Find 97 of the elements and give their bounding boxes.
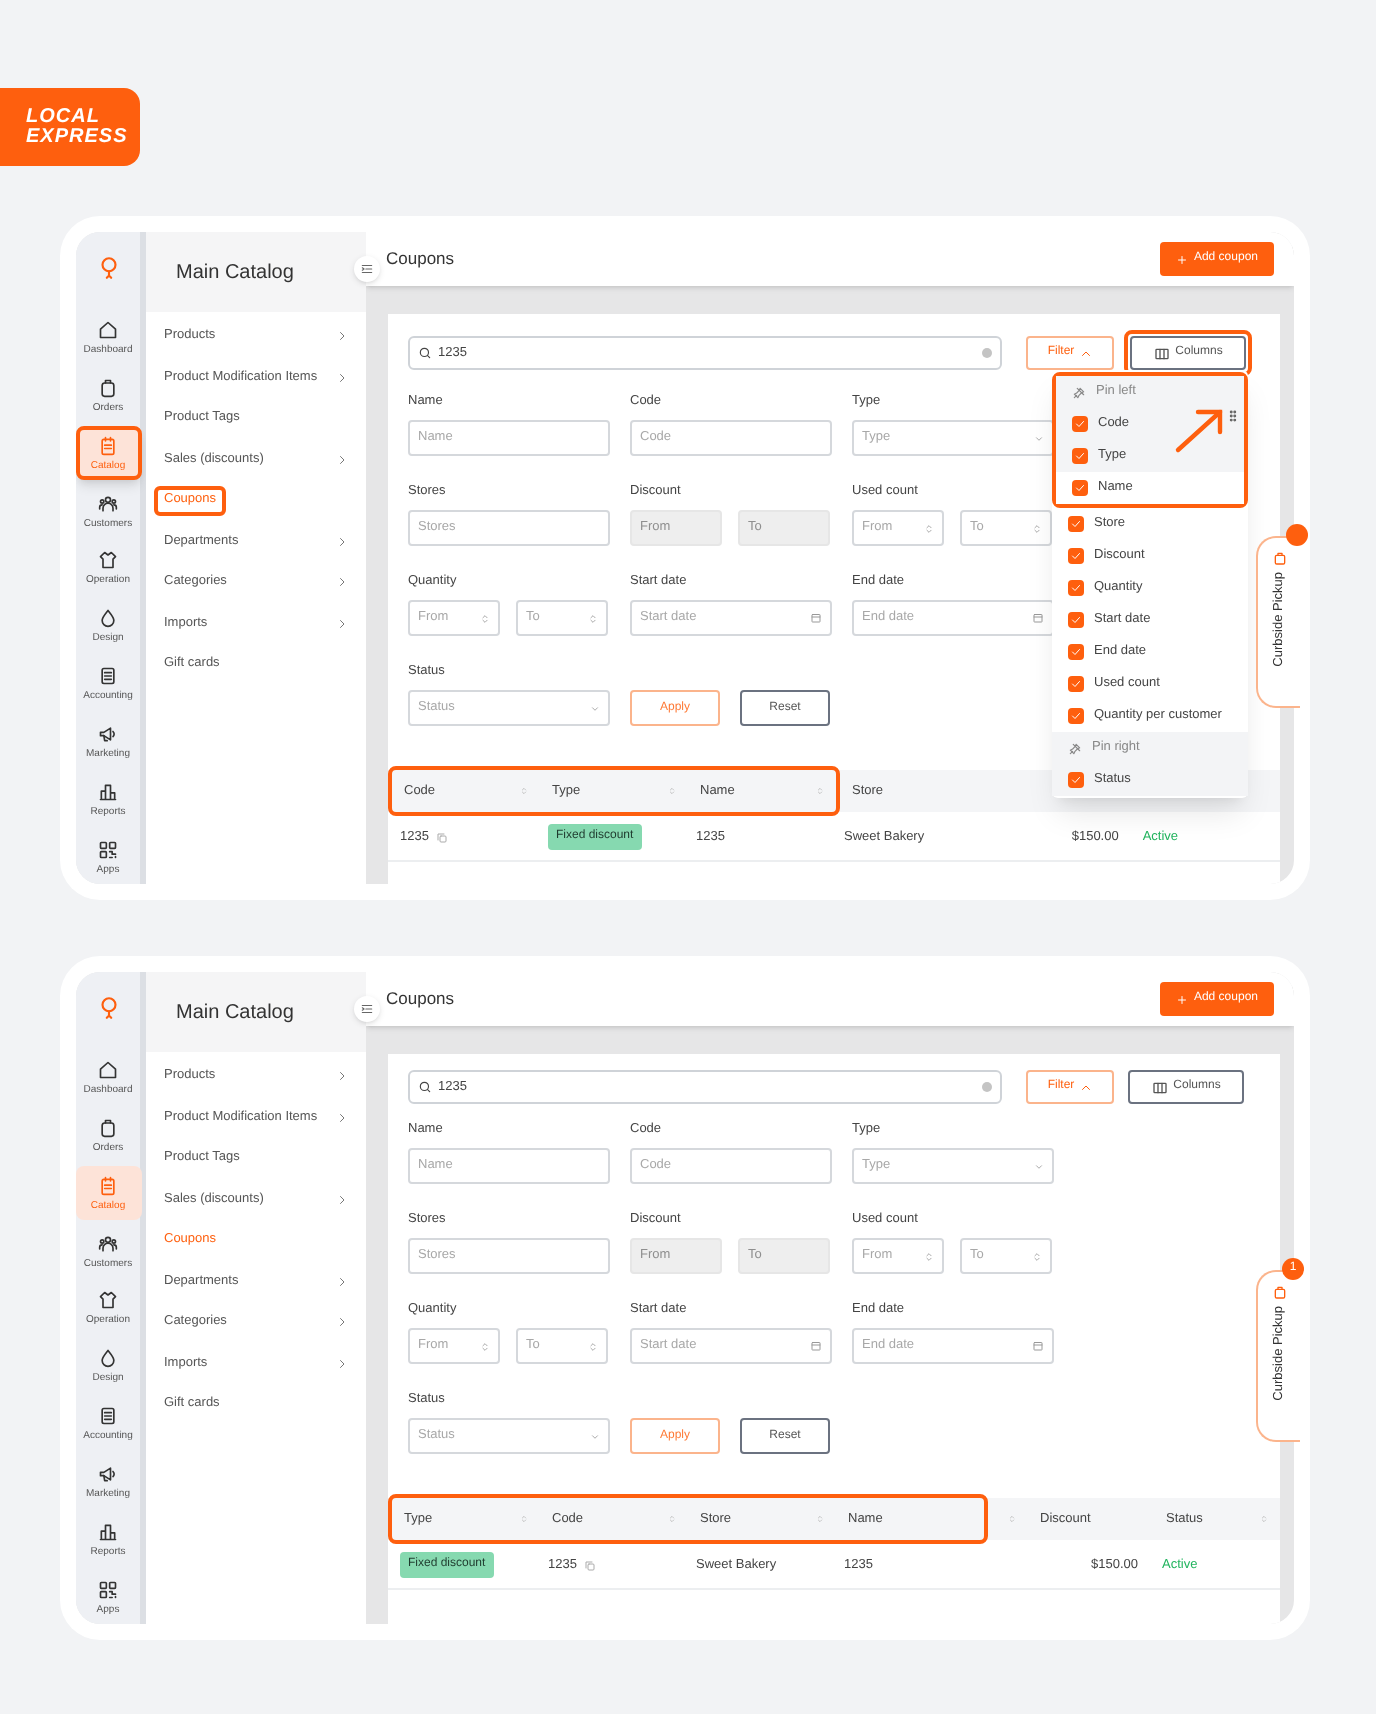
chevron-down-icon (1034, 433, 1044, 443)
chevron-up-icon (1080, 1081, 1093, 1093)
checkbox[interactable] (1068, 772, 1084, 788)
chevron-right-icon (336, 1070, 348, 1083)
search-icon (418, 1080, 432, 1094)
page-title: Coupons (386, 986, 455, 1012)
stepper-icon (480, 1337, 490, 1355)
columns-icon (1151, 1079, 1168, 1095)
checkbox[interactable] (1068, 548, 1084, 564)
logo-text: EXPRESS (26, 127, 130, 147)
columns-icon (1153, 345, 1170, 361)
bag-icon (98, 378, 118, 399)
pin-icon (1068, 741, 1082, 755)
page-title: Coupons (386, 246, 455, 272)
stepper-icon (1032, 1247, 1042, 1265)
checkbox[interactable] (1068, 516, 1084, 532)
search-icon (418, 346, 432, 360)
people-icon (98, 493, 118, 514)
bag-icon (1271, 1284, 1287, 1300)
checkbox[interactable] (1072, 416, 1088, 432)
copy-icon (584, 1559, 597, 1571)
stepper-icon (924, 1247, 934, 1265)
chevron-right-icon (336, 576, 348, 589)
logo-pin-icon (95, 992, 121, 1024)
drop-icon (98, 1348, 118, 1369)
calendar-icon (1032, 1340, 1044, 1352)
shirt-icon (98, 550, 118, 571)
checkbox[interactable] (1072, 448, 1088, 464)
chevron-right-icon (336, 1275, 348, 1288)
bar-chart-icon (98, 781, 118, 802)
chevron-right-icon (336, 1111, 348, 1124)
drop-icon (98, 608, 118, 629)
clear-icon (982, 348, 992, 358)
clear-icon (982, 1082, 992, 1092)
plus-icon (1175, 993, 1188, 1005)
check-icon (1070, 774, 1082, 786)
shirt-icon (98, 1290, 118, 1311)
document-icon (98, 1406, 118, 1427)
collapse-icon (360, 1002, 374, 1016)
home-icon (98, 320, 118, 341)
pin-icon (1072, 385, 1086, 399)
chevron-down-icon (590, 1431, 600, 1441)
menu-title: Main Catalog (176, 259, 294, 287)
home-icon (98, 1060, 118, 1081)
grid-icon (98, 839, 118, 860)
stepper-icon (588, 1337, 598, 1355)
chevron-right-icon (336, 453, 348, 466)
checkbox[interactable] (1072, 480, 1088, 496)
checkbox[interactable] (1068, 612, 1084, 628)
chevron-down-icon (590, 703, 600, 713)
bar-chart-icon (98, 1521, 118, 1542)
check-icon (1070, 550, 1082, 562)
notepad-icon (98, 435, 118, 456)
calendar-icon (810, 612, 822, 624)
chevron-down-icon (1034, 1161, 1044, 1171)
copy-icon (436, 831, 449, 843)
bag-icon (98, 1118, 118, 1139)
check-icon (1070, 646, 1082, 658)
check-icon (1070, 710, 1082, 722)
chevron-right-icon (336, 1193, 348, 1206)
document-icon (98, 666, 118, 687)
check-icon (1070, 582, 1082, 594)
check-icon (1074, 450, 1086, 462)
calendar-icon (810, 1340, 822, 1352)
megaphone-icon (98, 1463, 118, 1484)
check-icon (1070, 518, 1082, 530)
people-icon (98, 1233, 118, 1254)
check-icon (1070, 614, 1082, 626)
stepper-icon (924, 519, 934, 537)
chevron-right-icon (336, 1357, 348, 1370)
check-icon (1074, 418, 1086, 430)
logo-text: LOCAL (26, 107, 102, 127)
chevron-right-icon (336, 1316, 348, 1329)
chevron-right-icon (336, 617, 348, 630)
grid-icon (98, 1579, 118, 1600)
drag-handle-icon (1226, 408, 1240, 424)
logo-pin-icon (95, 252, 121, 284)
chevron-right-icon (336, 535, 348, 548)
checkbox[interactable] (1068, 676, 1084, 692)
notepad-icon (98, 1175, 118, 1196)
stepper-icon (1032, 519, 1042, 537)
stepper-icon (588, 609, 598, 627)
megaphone-icon (98, 723, 118, 744)
checkbox[interactable] (1068, 644, 1084, 660)
checkbox[interactable] (1068, 580, 1084, 596)
check-icon (1074, 482, 1086, 494)
bag-icon (1271, 550, 1287, 566)
checkbox[interactable] (1068, 708, 1084, 724)
menu-title: Main Catalog (176, 999, 294, 1027)
stepper-icon (480, 609, 490, 627)
collapse-icon (360, 262, 374, 276)
chevron-up-icon (1080, 347, 1093, 359)
chevron-right-icon (336, 330, 348, 343)
chevron-right-icon (336, 371, 348, 384)
calendar-icon (1032, 612, 1044, 624)
plus-icon (1175, 253, 1188, 265)
check-icon (1070, 678, 1082, 690)
